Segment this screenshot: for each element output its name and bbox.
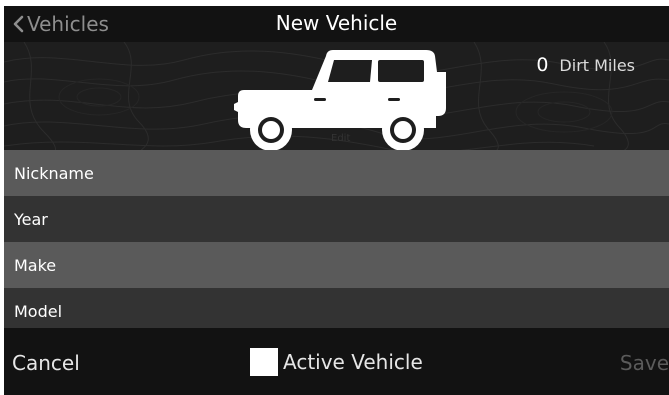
new-vehicle-screen: Vehicles New Vehicle Edit 0 Dirt Miles N… — [4, 6, 669, 395]
page-title: New Vehicle — [275, 11, 398, 35]
save-button[interactable]: Save — [620, 351, 669, 375]
nickname-placeholder: Nickname — [14, 163, 94, 183]
year-field[interactable]: Year — [4, 196, 669, 242]
navigation-bar: Vehicles New Vehicle — [4, 6, 669, 42]
year-placeholder: Year — [14, 209, 48, 229]
active-vehicle-label: Active Vehicle — [283, 350, 423, 374]
footer-toolbar: Cancel Active Vehicle Save — [4, 328, 669, 395]
make-field[interactable]: Make — [4, 242, 669, 288]
dirt-miles-label: Dirt Miles — [559, 56, 635, 75]
edit-photo-label[interactable]: Edit — [331, 133, 350, 144]
active-vehicle-checkbox[interactable] — [250, 348, 278, 376]
active-vehicle-toggle[interactable]: Active Vehicle — [250, 348, 423, 376]
make-placeholder: Make — [14, 255, 57, 275]
model-placeholder: Model — [14, 301, 63, 321]
dirt-miles-count: 0 — [536, 54, 549, 76]
nickname-field[interactable]: Nickname — [4, 150, 669, 196]
cancel-button[interactable]: Cancel — [12, 351, 80, 375]
vehicle-header: Edit 0 Dirt Miles — [4, 42, 669, 152]
model-field[interactable]: Model — [4, 288, 669, 328]
dirt-miles: 0 Dirt Miles — [536, 54, 635, 76]
